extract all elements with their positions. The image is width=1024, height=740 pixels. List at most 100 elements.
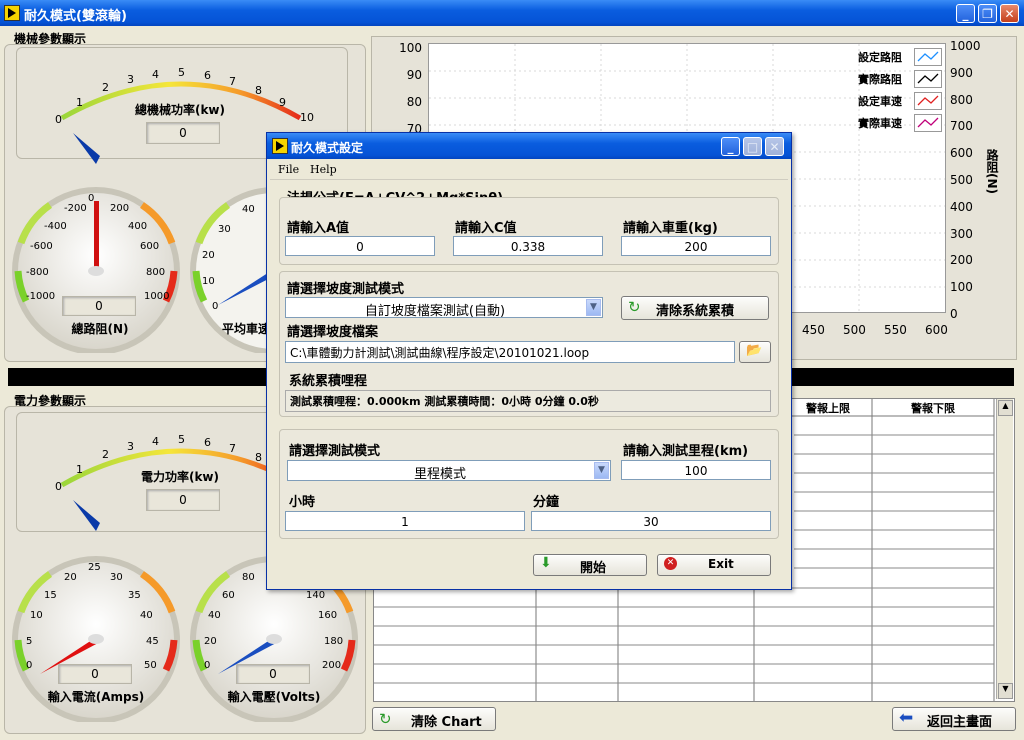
current-tick: 50 [144,660,157,671]
maximize-button[interactable]: ❐ [978,4,997,23]
mech-power-label: 總機械功率(kw) [134,103,226,117]
chart-right-tick: 300 [950,226,973,241]
drag-tick: 200 [110,203,130,214]
chart-x-tick: 450 [802,323,825,337]
refresh-icon: ↻ [628,298,641,316]
current-label: 輸入電流(Amps) [47,690,145,704]
dialog-labview-icon [272,138,288,154]
back-main-label: 返回主畫面 [927,715,993,730]
legend-item-label: 設定路阻 [858,51,902,64]
dialog-maximize-button: □ [743,137,762,156]
current-tick: 35 [128,590,141,601]
download-arrow-icon: ⬇ [540,555,552,571]
clear-accum-label: 清除系統累積 [656,304,735,319]
voltage-tick: 80 [242,572,255,583]
back-main-button[interactable]: ⬅ 返回主畫面 [892,707,1016,731]
elec-power-tick: 5 [178,433,185,446]
mech-power-value: 0 [146,122,220,144]
current-tick: 45 [146,636,159,647]
legend-swatch [914,48,942,66]
drag-tick: 800 [146,267,166,278]
legend-item-label: 設定車速 [858,95,902,108]
mech-power-tick: 2 [102,81,109,94]
refresh-icon: ↻ [379,710,392,728]
chart-x-tick: 600 [925,323,948,337]
hour-field[interactable]: 1 [285,511,525,531]
voltage-tick: 180 [324,636,344,647]
menu-help[interactable]: Help [310,163,337,176]
speed-tick: 10 [202,276,215,287]
chart-x-tick: 500 [843,323,866,337]
mech-power-tick: 6 [204,69,211,82]
voltage-tick: 200 [322,660,342,671]
minute-label: 分鐘 [533,495,560,510]
drag-tick: 600 [140,241,160,252]
legend-swatch [914,114,942,132]
legend-swatch [914,70,942,88]
minute-field[interactable]: 30 [531,511,771,531]
c-value-field[interactable]: 0.338 [453,236,603,256]
legend-item-label: 實際路阻 [858,73,902,86]
dialog-close-button: ✕ [765,137,784,156]
distance-label: 請輸入測試里程(km) [623,444,749,459]
chart-right-tick: 1000 [950,39,981,53]
elec-power-tick: 0 [55,480,62,493]
elec-power-label: 電力功率(kw) [140,470,220,484]
chart-right-tick: 0 [950,307,958,321]
slope-file-label: 請選擇坡度檔案 [287,325,379,340]
chart-right-tick: 700 [950,119,973,134]
test-mode-select[interactable]: 里程模式 ▼ [287,460,611,482]
current-tick: 20 [64,572,77,583]
table-scrollbar[interactable]: ▲ ▼ [996,399,1013,699]
start-button[interactable]: ⬇ 開始 [533,554,647,576]
chart-right-tick: 100 [950,280,973,295]
drag-tick: 0 [88,193,95,204]
drag-label: 總路阻(N) [71,322,129,336]
back-arrow-icon: ⬅ [899,708,914,728]
slope-mode-label: 請選擇坡度測試模式 [287,282,405,297]
clear-chart-button[interactable]: ↻ 清除 Chart [372,707,496,731]
browse-button[interactable]: 📂 [739,341,771,363]
slope-file-field[interactable]: C:\車體動力計測試\測試曲線\程序設定\20101021.loop [285,341,735,363]
accum-display: 測試累積哩程：0.000km 測試累積時間：0小時 0分鐘 0.0秒 [285,390,771,412]
speed-tick: 20 [202,250,215,261]
scroll-up-icon[interactable]: ▲ [998,400,1013,416]
mech-power-tick: 3 [127,73,134,86]
chevron-down-icon[interactable]: ▼ [594,462,609,479]
mech-power-tick: 8 [255,84,262,97]
drag-tick: -400 [44,221,67,232]
minimize-button[interactable]: _ [956,4,975,23]
chart-x-tick: 550 [884,323,907,337]
voltage-tick: 20 [204,636,217,647]
chart-left-tick: 90 [406,68,422,82]
test-mode-label: 請選擇測試模式 [289,444,381,459]
menu-file[interactable]: File [278,163,299,176]
chart-right-tick: 400 [950,199,973,214]
endurance-settings-dialog: 耐久模式設定 _ □ ✕ File Help 法規公式(F=A+CV^2+Mg*… [266,132,792,590]
current-tick: 40 [140,610,153,621]
weight-label: 請輸入車重(kg) [623,221,718,236]
exit-label: Exit [708,557,734,571]
current-tick: 30 [110,572,123,583]
chart-right-tick: 500 [950,173,973,187]
dialog-minimize-button[interactable]: _ [721,137,740,156]
chart-right-tick: 800 [950,92,973,107]
weight-field[interactable]: 200 [621,236,771,256]
chevron-down-icon[interactable]: ▼ [586,299,601,316]
slope-mode-select[interactable]: 自訂坡度檔案測試(自動) ▼ [285,297,603,319]
chart-left-tick: 80 [406,95,422,109]
a-value-field[interactable]: 0 [285,236,435,256]
slope-mode-value: 自訂坡度檔案測試(自動) [364,304,506,319]
mech-power-tick: 7 [229,75,236,88]
close-button[interactable]: ✕ [1000,4,1019,23]
distance-field[interactable]: 100 [621,460,771,480]
speed-tick: 30 [218,224,231,235]
exit-button[interactable]: ✕ Exit [657,554,771,576]
mech-power-tick: 10 [300,111,314,124]
right-axis-label: 路阻(N) [985,149,999,195]
voltage-value: 0 [236,664,310,684]
elec-power-tick: 2 [102,448,109,461]
voltage-label: 輸入電壓(Volts) [227,690,321,704]
scroll-down-icon[interactable]: ▼ [998,683,1013,699]
clear-accum-button[interactable]: ↻ 清除系統累積 [621,296,769,320]
